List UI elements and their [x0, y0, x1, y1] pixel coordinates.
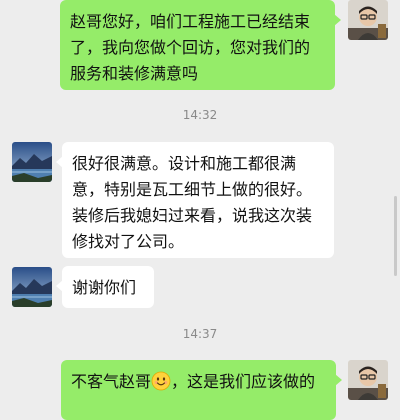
- message-text-part: ，这是我们应该做的: [171, 372, 316, 391]
- message-bubble-sent[interactable]: 赵哥您好，咱们工程施工已经结束了，我向您做个回访，您对我们的服务和装修满意吗: [60, 0, 341, 90]
- message-text-part: 不客气赵哥: [71, 372, 152, 391]
- self-avatar[interactable]: [348, 360, 388, 400]
- message-bubble-received[interactable]: 谢谢你们: [56, 266, 154, 308]
- contact-avatar[interactable]: [12, 267, 52, 307]
- timestamp: 14:32: [182, 108, 218, 122]
- landscape-avatar-icon: [12, 142, 52, 182]
- message-text: 很好很满意。设计和施工都很满意，特别是瓦工细节上做的很好。装修后我媳妇过来看，说…: [72, 154, 313, 251]
- message-bubble-received[interactable]: 很好很满意。设计和施工都很满意，特别是瓦工细节上做的很好。装修后我媳妇过来看，说…: [56, 142, 334, 258]
- timestamp: 14:37: [182, 327, 218, 341]
- scrollbar[interactable]: [394, 196, 397, 276]
- smile-emoji-icon: [151, 371, 171, 391]
- message-bubble-sent[interactable]: 不客气赵哥 ，这是我们应该做的: [61, 360, 342, 420]
- person-with-glasses-avatar-icon: [348, 0, 388, 40]
- self-avatar[interactable]: [348, 0, 388, 40]
- message-text: 赵哥您好，咱们工程施工已经结束了，我向您做个回访，您对我们的服务和装修满意吗: [70, 12, 311, 83]
- message-text: 谢谢你们: [72, 278, 137, 297]
- landscape-avatar-icon: [12, 267, 52, 307]
- person-with-glasses-avatar-icon: [348, 360, 388, 400]
- contact-avatar[interactable]: [12, 142, 52, 182]
